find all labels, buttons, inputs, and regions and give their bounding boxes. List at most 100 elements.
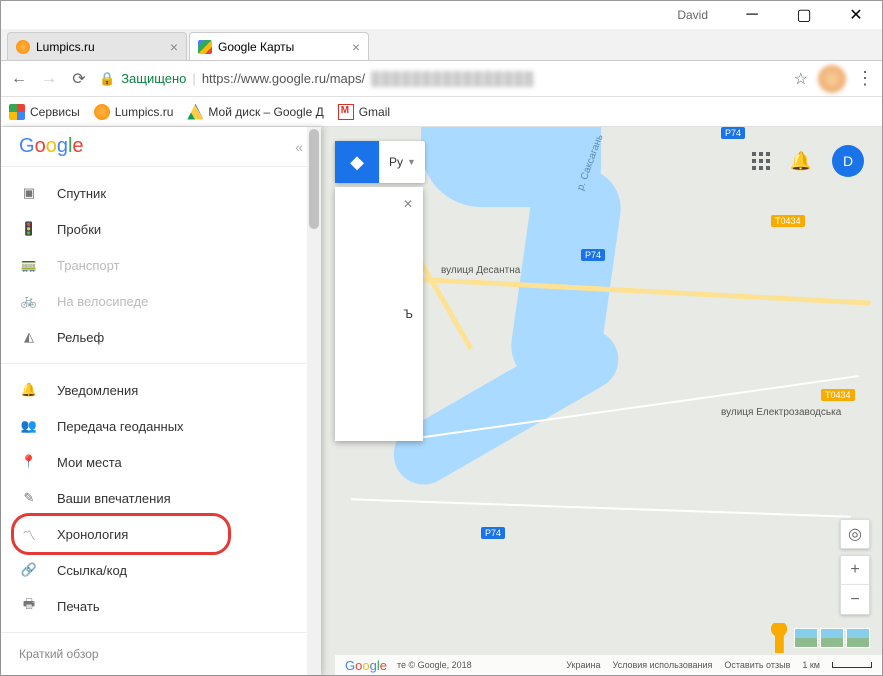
bookmark-label: Сервисы [30,105,80,119]
gmaps-favicon-icon [198,40,212,54]
footer-scale-label: 1 км [802,660,820,670]
maximize-button[interactable]: ▢ [786,5,822,25]
menu-item-share-location[interactable]: 👥 Передача геоданных [1,408,321,444]
close-tab-icon[interactable]: × [170,39,178,55]
bike-icon: 🚲 [19,291,39,311]
menu-item-terrain[interactable]: ◭ Рельеф [1,319,321,355]
menu-item-timeline[interactable]: 〽 Хронология [1,516,321,552]
map-footer: Google те © Google, 2018 Украина Условия… [335,655,882,675]
imagery-thumbs[interactable] [794,628,870,648]
print-icon: 🖶 [19,596,39,616]
google-logo: Google [19,135,84,158]
pegman-icon[interactable] [768,623,790,653]
menu-item-my-places[interactable]: 📍 Мои места [1,444,321,480]
terrain-icon: ◭ [19,327,39,347]
menu-section-personal: 🔔 Уведомления 👥 Передача геоданных 📍 Мои… [1,364,321,633]
bookmark-apps[interactable]: Сервисы [9,104,80,120]
menu-item-link[interactable]: 🔗 Ссылка/код [1,552,321,588]
menu-item-satellite[interactable]: ▣ Спутник [1,175,321,211]
menu-item-your-reviews[interactable]: ✎ Ваши впечатления [1,480,321,516]
address-bar-row: ← → ⟳ 🔒 Защищено | https://www.google.ru… [1,61,882,97]
dropdown-char: Ъ [345,307,413,321]
footer-google-logo: Google [345,658,387,673]
street-label: вулиця Електрозаводська [721,407,841,418]
menu-item-transit: 🚃 Транспорт [1,247,321,283]
scrollbar-thumb[interactable] [309,129,319,229]
menu-label: На велосипеде [57,294,148,309]
minimize-button[interactable]: ─ [734,5,770,25]
lumpics-icon [94,104,110,120]
bookmark-drive[interactable]: Мой диск – Google Д [187,104,323,120]
zoom-out-button[interactable]: − [840,585,870,615]
traffic-icon: 🚦 [19,219,39,239]
lang-label: Ру [389,155,403,169]
street-label: вулиця Десантна [441,265,520,276]
browser-tabs: Lumpics.ru × Google Карты × [1,29,882,61]
chrome-menu-icon[interactable]: ⋮ [856,68,874,89]
reload-button[interactable]: ⟳ [69,69,89,89]
menu-item-notifications[interactable]: 🔔 Уведомления [1,372,321,408]
tab-title: Google Карты [218,40,294,54]
bookmark-star-icon[interactable]: ☆ [794,69,808,89]
language-button[interactable]: Ру ▼ [379,141,425,183]
road-badge: T0434 [771,215,805,227]
tab-google-maps[interactable]: Google Карты × [189,32,369,60]
my-location-button[interactable]: ◎ [840,519,870,549]
content-area: вулиця Десантна вулиця Електрозаводська … [1,127,882,675]
menu-label: Транспорт [57,258,120,273]
share-location-icon: 👥 [19,416,39,436]
search-dropdown: ✕ Ъ [335,187,423,441]
menu-label: Передача геоданных [57,419,184,434]
window-title-bar: David ─ ▢ ✕ [1,1,882,29]
window-user-label: David [677,8,708,22]
profile-avatar[interactable] [818,65,846,93]
menu-label: Пробки [57,222,101,237]
sidebar-header: Google « [1,127,321,167]
pin-icon: 📍 [19,452,39,472]
menu-item-traffic[interactable]: 🚦 Пробки [1,211,321,247]
user-avatar[interactable]: D [832,145,864,177]
close-window-button[interactable]: ✕ [838,5,874,25]
road-badge: P74 [721,127,745,139]
sidebar-scrollbar[interactable] [307,127,321,675]
url-box[interactable]: 🔒 Защищено | https://www.google.ru/maps/… [99,71,784,87]
menu-label: Рельеф [57,330,104,345]
bookmark-label: Gmail [359,105,390,119]
bookmark-gmail[interactable]: Gmail [338,104,390,120]
menu-label: Ваши впечатления [57,491,171,506]
menu-label: Печать [57,599,100,614]
back-button[interactable]: ← [9,70,29,88]
close-dropdown-icon[interactable]: ✕ [403,197,413,211]
road-badge: P74 [481,527,505,539]
road-badge: P74 [581,249,605,261]
footer-feedback[interactable]: Оставить отзыв [724,660,790,670]
drive-icon [187,104,203,120]
menu-label: Мои места [57,455,122,470]
secure-label: Защищено [121,71,186,86]
search-box: ◆ Ру ▼ [335,141,425,183]
menu-label: Спутник [57,186,106,201]
zoom-in-button[interactable]: + [840,555,870,585]
forward-button[interactable]: → [39,70,59,88]
close-tab-icon[interactable]: × [352,39,360,55]
notifications-icon[interactable]: 🔔 [790,151,812,172]
tab-lumpics[interactable]: Lumpics.ru × [7,32,187,60]
map-controls: ◎ + − [840,519,870,615]
bookmark-lumpics[interactable]: Lumpics.ru [94,104,174,120]
collapse-sidebar-icon[interactable]: « [295,139,303,155]
menu-label: Уведомления [57,383,138,398]
menu-label: Хронология [57,527,128,542]
menu-item-bike: 🚲 На велосипеде [1,283,321,319]
bell-icon: 🔔 [19,380,39,400]
lumpics-favicon-icon [16,40,30,54]
chevron-down-icon: ▼ [407,157,416,167]
directions-button[interactable]: ◆ [335,141,379,183]
sidebar-footer-link[interactable]: Краткий обзор [1,633,321,675]
link-icon: 🔗 [19,560,39,580]
menu-item-print[interactable]: 🖶 Печать [1,588,321,624]
bookmarks-bar: Сервисы Lumpics.ru Мой диск – Google Д G… [1,97,882,127]
lock-icon: 🔒 [99,71,115,87]
google-apps-icon[interactable] [752,152,770,170]
footer-terms[interactable]: Условия использования [613,660,713,670]
footer-country[interactable]: Украина [566,660,600,670]
